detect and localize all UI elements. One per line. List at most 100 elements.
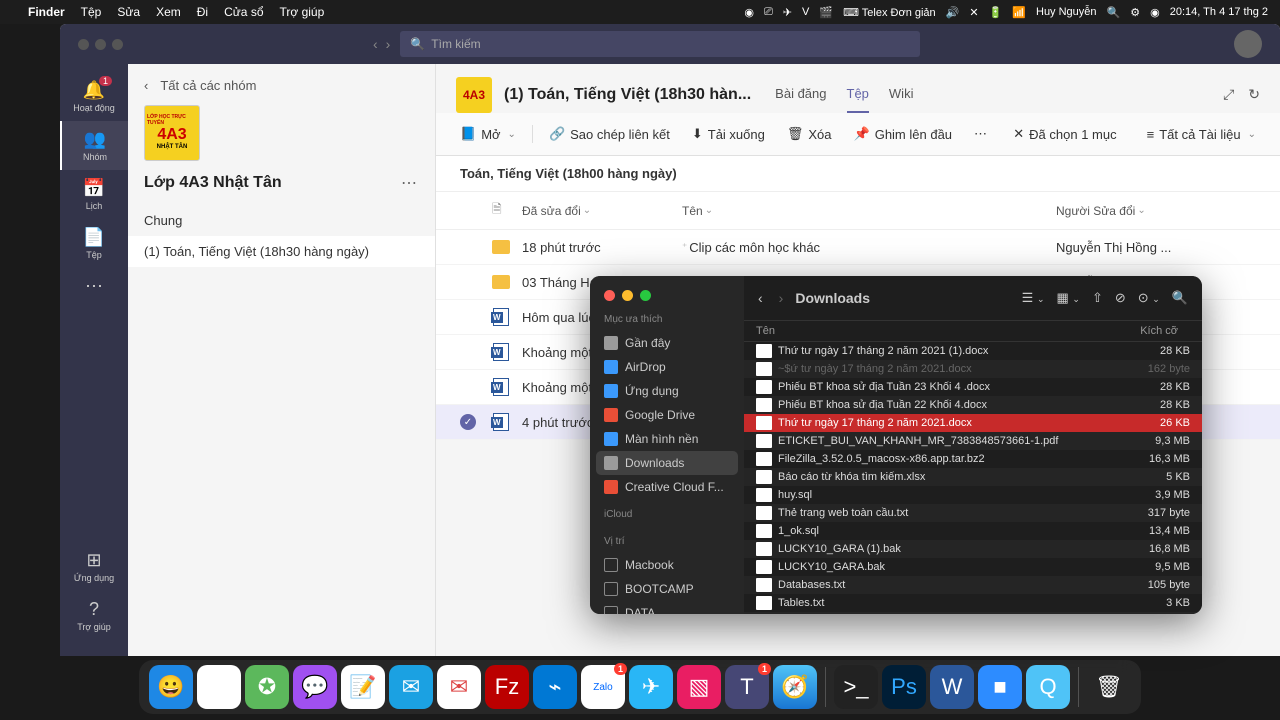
file-type-icon[interactable]: 🗎 xyxy=(492,200,502,221)
nav-back-icon[interactable]: ‹ xyxy=(373,36,378,52)
menu-item[interactable]: Cửa sổ xyxy=(224,5,263,19)
open-button[interactable]: 📘Mở⌄ xyxy=(452,121,524,147)
control-center-icon[interactable]: ⚙ xyxy=(1130,6,1140,19)
all-docs-button[interactable]: ≡ Tất cả Tài liệu⌄ xyxy=(1139,122,1264,147)
list-item[interactable]: ETICKET_BUI_VAN_KHANH_MR_7383848573661-1… xyxy=(744,432,1202,450)
dock-item[interactable]: 📝 xyxy=(341,665,385,709)
dock-item[interactable]: Ps xyxy=(882,665,926,709)
list-item[interactable]: Phiếu BT khoa sử địa Tuần 23 Khối 4 .doc… xyxy=(744,378,1202,396)
window-traffic-lights[interactable] xyxy=(68,39,133,50)
dock-item[interactable]: ✉ xyxy=(437,665,481,709)
rail-item[interactable]: ⊞Ứng dụng xyxy=(60,542,128,591)
nav-forward-icon[interactable]: › xyxy=(386,36,391,52)
input-method[interactable]: ⌨ Telex Đơn giản xyxy=(843,6,936,19)
search-icon[interactable]: 🔍 xyxy=(1172,290,1188,306)
rail-item[interactable]: 📅Lịch xyxy=(60,170,128,219)
dock-item[interactable]: 🧭 xyxy=(773,665,817,709)
user-name[interactable]: Huy Nguyễn xyxy=(1036,6,1097,18)
dock-item[interactable]: Q xyxy=(1026,665,1070,709)
list-item[interactable]: Phiếu BT khoa sử địa Tuần 22 Khối 4.docx… xyxy=(744,396,1202,414)
status-icon[interactable]: ✕ xyxy=(969,6,978,19)
list-item[interactable]: Báo cáo từ khóa tìm kiếm.xlsx5 KB xyxy=(744,468,1202,486)
volume-icon[interactable]: 🔊 xyxy=(946,6,960,19)
dock-item[interactable]: Zalo1 xyxy=(581,665,625,709)
list-item[interactable]: 1_ok.sql13,4 MB xyxy=(744,522,1202,540)
sidebar-item[interactable]: Ứng dụng xyxy=(590,379,744,403)
team-more-icon[interactable]: ⋯ xyxy=(401,173,419,193)
dock-item[interactable]: ✪ xyxy=(245,665,289,709)
dock-item[interactable]: ⠿ xyxy=(197,665,241,709)
clear-selection[interactable]: ✕ Đã chọn 1 mục xyxy=(1005,121,1124,147)
channel-tab[interactable]: Tệp xyxy=(847,76,869,113)
more-button[interactable]: ⋯ xyxy=(966,121,995,147)
status-icon[interactable]: 🎬 xyxy=(819,6,833,19)
rail-item[interactable]: 🔔Hoạt động1 xyxy=(60,72,128,121)
nav-back-icon[interactable]: ‹ xyxy=(758,290,763,306)
back-icon[interactable]: ‹ xyxy=(144,78,148,93)
channel-item[interactable]: Chung xyxy=(128,205,435,236)
status-icon[interactable]: ◉ xyxy=(744,6,754,19)
rail-item[interactable]: ⋯ xyxy=(60,268,128,307)
sidebar-item[interactable]: BOOTCAMP xyxy=(590,577,744,601)
menu-item[interactable]: Đi xyxy=(197,5,208,19)
window-traffic-lights[interactable] xyxy=(604,290,651,301)
list-item[interactable]: LUCKY10_GARA (1).bak16,8 MB xyxy=(744,540,1202,558)
dock-item[interactable]: ✈ xyxy=(629,665,673,709)
download-button[interactable]: ⬇Tải xuống xyxy=(684,121,773,147)
nav-forward-icon[interactable]: › xyxy=(779,290,784,306)
search-input[interactable]: 🔍 Tìm kiếm xyxy=(400,31,920,57)
rail-item[interactable]: ?Trợ giúp xyxy=(60,591,128,640)
breadcrumb[interactable]: Toán, Tiếng Việt (18h00 hàng ngày) xyxy=(436,156,1280,192)
channel-tab[interactable]: Bài đăng xyxy=(775,76,826,113)
list-item[interactable]: ~$ứ tư ngày 17 tháng 2 năm 2021.docx162 … xyxy=(744,360,1202,378)
clock[interactable]: 20:14, Th 4 17 thg 2 xyxy=(1170,6,1268,18)
group-icon[interactable]: ▦ ⌄ xyxy=(1056,290,1079,306)
rail-item[interactable]: 👥Nhóm xyxy=(60,121,128,170)
list-item[interactable]: huy.sql3,9 MB xyxy=(744,486,1202,504)
dock-item[interactable]: W xyxy=(930,665,974,709)
search-icon[interactable]: 🔍 xyxy=(1107,6,1121,19)
dock-item[interactable]: ⌁ xyxy=(533,665,577,709)
pin-button[interactable]: 📌Ghim lên đầu xyxy=(846,121,961,147)
expand-icon[interactable]: ⤢ xyxy=(1223,86,1234,103)
list-item[interactable]: Thứ tư ngày 17 tháng 2 năm 2021 (1).docx… xyxy=(744,342,1202,360)
share-icon[interactable]: ⇧ xyxy=(1092,290,1103,306)
sidebar-item[interactable]: Macbook xyxy=(590,553,744,577)
channel-tab[interactable]: Wiki xyxy=(889,76,914,113)
delete-button[interactable]: 🗑Xóa xyxy=(779,121,840,147)
dock-item[interactable]: Fz xyxy=(485,665,529,709)
list-item[interactable]: Thứ tư ngày 17 tháng 2 năm 2021.docx26 K… xyxy=(744,414,1202,432)
list-item[interactable]: Tables.txt3 KB xyxy=(744,594,1202,612)
menu-item[interactable]: Tệp xyxy=(81,5,102,19)
sidebar-item[interactable]: Google Drive xyxy=(590,403,744,427)
dock-item[interactable]: ■ xyxy=(978,665,1022,709)
sidebar-item[interactable]: DATA xyxy=(590,601,744,614)
tag-icon[interactable]: ⊘ xyxy=(1115,290,1126,306)
status-icon[interactable]: V xyxy=(802,6,809,18)
dock-item[interactable]: ▧ xyxy=(677,665,721,709)
sidebar-item[interactable]: Creative Cloud F... xyxy=(590,475,744,499)
wifi-icon[interactable]: 📶 xyxy=(1012,6,1026,19)
siri-icon[interactable]: ◉ xyxy=(1150,6,1160,19)
menu-item[interactable]: Trợ giúp xyxy=(280,5,325,19)
status-icon[interactable]: ✈ xyxy=(783,6,792,19)
all-teams-link[interactable]: Tất cả các nhóm xyxy=(160,78,256,93)
dock-item[interactable]: ✉ xyxy=(389,665,433,709)
sidebar-item[interactable]: Màn hình nền xyxy=(590,427,744,451)
menu-item[interactable]: Sửa xyxy=(117,5,140,19)
dock-item[interactable]: 💬 xyxy=(293,665,337,709)
list-item[interactable]: FileZilla_3.51.0_macosx-x86.app.tar.bz21… xyxy=(744,612,1202,614)
refresh-icon[interactable]: ↻ xyxy=(1248,86,1260,103)
sidebar-item[interactable]: Downloads xyxy=(596,451,738,475)
action-icon[interactable]: ⊙ ⌄ xyxy=(1138,290,1160,306)
list-item[interactable]: LUCKY10_GARA.bak9,5 MB xyxy=(744,558,1202,576)
sidebar-item[interactable]: AirDrop xyxy=(590,355,744,379)
status-icon[interactable]: ⎚ xyxy=(764,6,773,19)
menu-item[interactable]: Xem xyxy=(156,5,181,19)
view-list-icon[interactable]: ☰ ⌄ xyxy=(1022,290,1045,306)
table-row[interactable]: 18 phút trước⁺Clip các môn học khácNguyễ… xyxy=(436,230,1280,265)
list-item[interactable]: Thẻ trang web toàn cầu.txt317 byte xyxy=(744,504,1202,522)
list-item[interactable]: FileZilla_3.52.0.5_macosx-x86.app.tar.bz… xyxy=(744,450,1202,468)
channel-item[interactable]: (1) Toán, Tiếng Việt (18h30 hàng ngày) xyxy=(128,236,435,267)
sidebar-item[interactable]: Gần đây xyxy=(590,331,744,355)
